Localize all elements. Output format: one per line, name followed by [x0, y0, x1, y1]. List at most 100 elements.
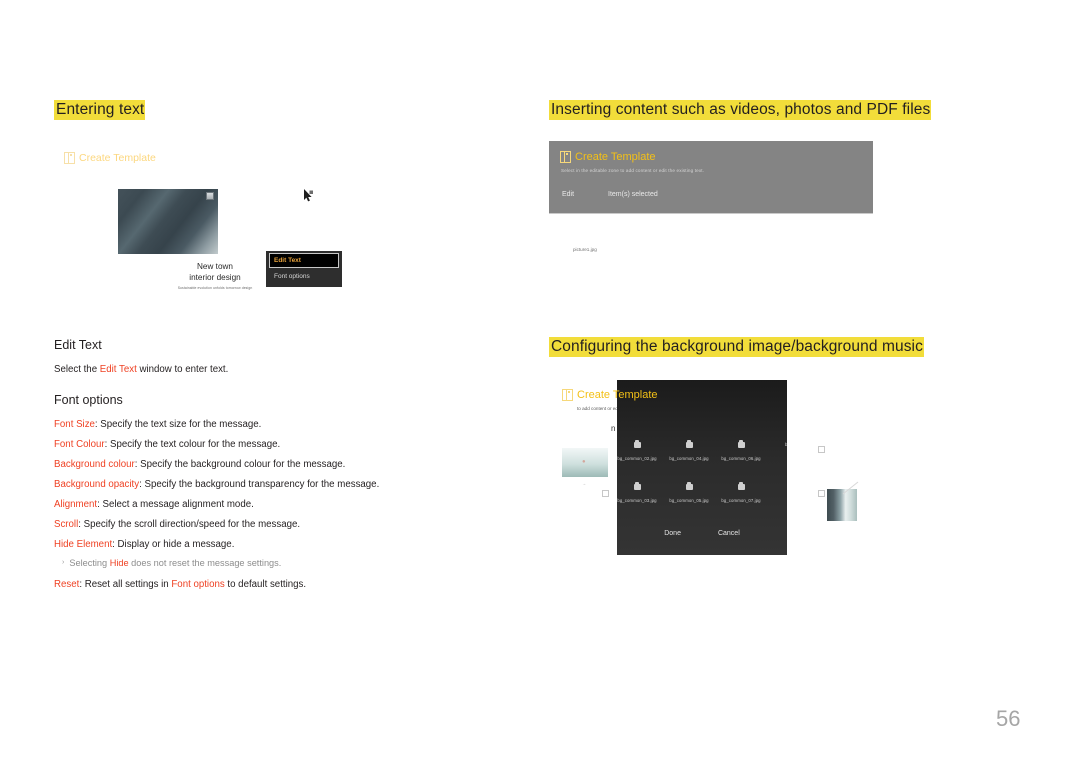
option-desc: : Specify the scroll direction/speed for…: [78, 519, 301, 530]
option-term: Font Colour: [54, 439, 105, 450]
file-name: bg_common_04.jpg: [669, 456, 709, 461]
file-picker-cell[interactable]: bg_common_06.jpg: [715, 440, 767, 461]
option-term: Background colour: [54, 459, 135, 470]
file-name: bg_common_07.jpg: [721, 498, 761, 503]
create-template-text: Create Template: [79, 152, 156, 164]
tiny-arrow-icon: →: [582, 481, 586, 486]
reset-mid: : Reset all settings in: [79, 579, 172, 590]
thumbnail-slash-icon: [842, 481, 860, 495]
file-name: bg_common_02.jpg: [617, 456, 657, 461]
create-template-label-right-top: Create Template: [560, 151, 656, 163]
file-thumbnail-icon: [737, 440, 745, 448]
file-name: bg_common_06.jpg: [721, 456, 761, 461]
page-number: 56: [996, 706, 1021, 731]
edit-button[interactable]: Edit: [562, 191, 574, 198]
reset-keyword: Font options: [171, 579, 225, 590]
editable-zone-instruction: Select in the editable zone to add conte…: [561, 168, 705, 173]
heading-entering-text: Entering text: [54, 100, 146, 120]
cursor-pointer-icon: [303, 189, 314, 202]
option-item: Background opacity: Specify the backgrou…: [54, 478, 379, 491]
template-icon: [560, 151, 571, 163]
option-term: Font Size: [54, 419, 95, 430]
template-icon: [562, 389, 573, 401]
note-after: does not reset the message settings.: [128, 558, 282, 568]
create-template-label-left: Create Template: [64, 152, 156, 164]
background-config-mockup: Create Template to add content or edit t…: [549, 380, 879, 560]
file-thumbnail-icon: [633, 482, 641, 490]
select-window-after: window to enter text.: [136, 364, 229, 375]
file-thumbnail-icon: [737, 482, 745, 490]
file-name: bg_com: [767, 442, 787, 447]
sub-heading-edit-text: Edit Text: [54, 338, 102, 352]
file-picker-row: bg_common_02.jpg bg_common_04.jpg bg_com…: [617, 440, 787, 480]
reset-after: to default settings.: [224, 579, 307, 590]
file-picker-cell[interactable]: bg_common_07.jpg: [715, 482, 767, 503]
context-menu[interactable]: Edit Text Font options: [266, 251, 342, 287]
option-desc: : Display or hide a message.: [112, 539, 235, 550]
file-name: bg_co: [767, 484, 788, 489]
option-item: Alignment: Select a message alignment mo…: [54, 498, 254, 511]
preview-image: [118, 189, 218, 254]
context-menu-item-edit-text[interactable]: Edit Text: [269, 253, 339, 268]
create-template-text: Create Template: [575, 151, 656, 163]
preview-caption-line1: New town: [197, 262, 233, 271]
option-desc: : Specify the background colour for the …: [134, 459, 346, 470]
option-item: Font Size: Specify the text size for the…: [54, 418, 261, 431]
note-keyword: Hide: [109, 558, 129, 568]
file-picker-cell[interactable]: bg_common_04.jpg: [663, 440, 715, 461]
preview-caption-line2: interior design: [189, 273, 241, 282]
device-preview-mockup: [118, 189, 218, 254]
note-before: Selecting: [69, 558, 110, 568]
option-term: Alignment: [54, 499, 98, 510]
file-picker-dialog[interactable]: bg_common_02.jpg bg_common_04.jpg bg_com…: [617, 380, 787, 555]
select-window-instruction: Select the Edit Text window to enter tex…: [54, 363, 228, 376]
file-thumbnail-icon: [685, 482, 693, 490]
file-thumbnail-icon: [685, 440, 693, 448]
file-picker-row: bg_common_03.jpg bg_common_05.jpg bg_com…: [617, 482, 788, 522]
right-marker-icon-2: [818, 490, 825, 497]
option-item-reset: Reset: Reset all settings in Font option…: [54, 578, 306, 591]
heading-configuring-background-label: Configuring the background image/backgro…: [549, 337, 924, 357]
file-name: bg_common_05.jpg: [669, 498, 709, 503]
create-template-label-right-bottom: Create Template: [562, 389, 658, 401]
preview-corner-icon[interactable]: [206, 192, 214, 200]
thumbnail-marker-icon: ●: [582, 459, 586, 465]
file-picker-cell[interactable]: bg_co: [767, 484, 788, 489]
create-template-text: Create Template: [577, 389, 658, 401]
select-window-keyword: Edit Text: [99, 364, 137, 375]
option-desc: : Specify the text colour for the messag…: [104, 439, 281, 450]
picture-filename-label: picture1.jpg: [573, 247, 597, 252]
select-window-before: Select the: [54, 364, 100, 375]
option-item: Background colour: Specify the backgroun…: [54, 458, 345, 471]
items-selected-label: Item(s) selected: [608, 191, 658, 198]
option-item: Scroll: Specify the scroll direction/spe…: [54, 518, 300, 531]
reset-term: Reset: [54, 579, 80, 590]
option-item: Font Colour: Specify the text colour for…: [54, 438, 280, 451]
file-picker-cell[interactable]: bg_common_03.jpg: [617, 482, 663, 503]
done-button[interactable]: Done: [664, 530, 681, 537]
right-marker-icon-1: [818, 446, 825, 453]
context-menu-item-font-options[interactable]: Font options: [269, 270, 339, 283]
option-desc: : Select a message alignment mode.: [97, 499, 254, 510]
preview-caption-small: Sustainable evolution unfolds tomorrow d…: [177, 286, 253, 290]
file-name: bg_common_03.jpg: [617, 498, 657, 503]
document-page: Entering text Create Template New town i…: [0, 0, 1080, 763]
option-term: Scroll: [54, 519, 79, 530]
tiny-square-icon: [602, 490, 609, 497]
option-desc: : Specify the background transparency fo…: [139, 479, 380, 490]
option-term: Background opacity: [54, 479, 140, 490]
file-picker-cell[interactable]: bg_common_05.jpg: [663, 482, 715, 503]
heading-inserting-content-label: Inserting content such as videos, photos…: [549, 100, 932, 120]
file-thumbnail-icon: [633, 440, 641, 448]
file-picker-cell[interactable]: bg_com: [767, 442, 787, 447]
template-icon: [64, 152, 75, 164]
sub-heading-font-options: Font options: [54, 393, 123, 407]
insert-content-mockup: Create Template Select in the editable z…: [549, 141, 873, 214]
heading-entering-text-label: Entering text: [54, 100, 146, 120]
cancel-button[interactable]: Cancel: [718, 530, 740, 537]
heading-inserting-content: Inserting content such as videos, photos…: [549, 100, 932, 120]
file-picker-cell[interactable]: bg_common_02.jpg: [617, 440, 663, 461]
note-bullet-icon: ›: [62, 559, 65, 566]
option-desc: : Specify the text size for the message.: [94, 419, 262, 430]
option-item: Hide Element: Display or hide a message.: [54, 538, 234, 551]
